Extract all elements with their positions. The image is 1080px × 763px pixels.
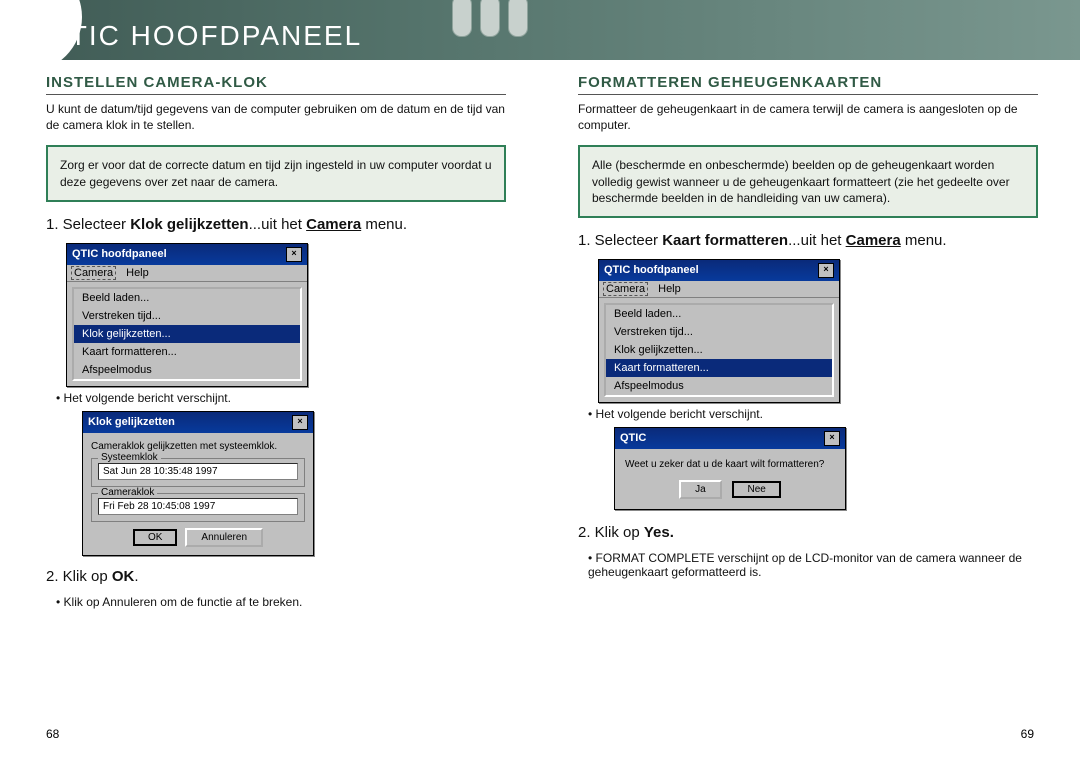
page-number-right: 69 (1021, 727, 1034, 741)
titlebar: Klok gelijkzetten × (83, 412, 313, 433)
t: menu. (901, 232, 947, 249)
step1-clock: 1. Selecteer Klok gelijkzetten...uit het… (46, 216, 506, 233)
menu-list-left: Beeld laden... Verstreken tijd... Klok g… (72, 287, 302, 381)
field-camera: Fri Feb 28 10:45:08 1997 (98, 498, 298, 515)
sub-cancel: Klik op Annuleren om de functie af te br… (56, 595, 506, 609)
t: menu. (361, 216, 407, 233)
close-icon[interactable]: × (818, 263, 834, 278)
t: 2. Klik op (46, 568, 112, 585)
menu-camera[interactable]: Camera (603, 282, 648, 296)
sub-msg: Het volgende bericht verschijnt. (56, 391, 506, 405)
group-system: SysteemklokSat Jun 28 10:35:48 1997 (91, 458, 305, 487)
list-item[interactable]: Kaart formatteren... (606, 359, 832, 377)
list-item[interactable]: Kaart formatteren... (74, 343, 300, 361)
t: OK (112, 568, 135, 585)
manual-spread: QTIC HOOFDPANEEL Instellen Camera-klok U… (0, 0, 1080, 763)
note-clock: Zorg er voor dat de correcte datum en ti… (46, 145, 506, 201)
dialog-clock: Klok gelijkzetten × Cameraklok gelijkzett… (82, 411, 314, 556)
ok-button[interactable]: OK (133, 529, 177, 546)
menubar: Camera Help (67, 265, 307, 282)
list-item[interactable]: Beeld laden... (74, 289, 300, 307)
t: Klok gelijkzetten (130, 216, 248, 233)
titlebar: QTIC hoofdpaneel × (67, 244, 307, 265)
dialog-format: QTIC × Weet u zeker dat u de kaart wilt f… (614, 427, 846, 510)
dlg-title: QTIC (620, 432, 646, 444)
window-qtic-right: QTIC hoofdpaneel × Camera Help Beeld laden… (598, 259, 840, 403)
header-decor (452, 0, 528, 37)
close-icon[interactable]: × (286, 247, 302, 262)
step1-format: 1. Selecteer Kaart formatteren...uit het… (578, 232, 1038, 249)
window-qtic-left: QTIC hoofdpaneel × Camera Help Beeld laden… (66, 243, 308, 387)
note-format: Alle (beschermde en onbeschermde) beelde… (578, 145, 1038, 218)
menubar: Camera Help (599, 281, 839, 298)
dlg-msg: Weet u zeker dat u de kaart wilt formatt… (625, 459, 835, 470)
t: Camera (306, 216, 361, 233)
step2-clock: 2. Klik op OK. (46, 568, 506, 585)
column-right: Formatteren Geheugenkaarten Formatteer d… (578, 74, 1038, 581)
menu-help[interactable]: Help (658, 283, 681, 295)
t: 1. Selecteer (578, 232, 662, 249)
section-title-format: Formatteren Geheugenkaarten (578, 74, 1038, 95)
t: Camera (846, 232, 901, 249)
intro-format: Formatteer de geheugenkaart in de camera… (578, 101, 1038, 133)
dlg-title: Klok gelijkzetten (88, 416, 175, 428)
field-system: Sat Jun 28 10:35:48 1997 (98, 463, 298, 480)
list-item[interactable]: Beeld laden... (606, 305, 832, 323)
lbl: Systeemklok (98, 452, 161, 463)
win-title: QTIC hoofdpaneel (72, 248, 167, 260)
t: ...uit het (788, 232, 846, 249)
list-item[interactable]: Verstreken tijd... (74, 307, 300, 325)
titlebar: QTIC × (615, 428, 845, 449)
t: 1. Selecteer (46, 216, 130, 233)
step2-format: 2. Klik op Yes. (578, 524, 1038, 541)
page-number-left: 68 (46, 727, 59, 741)
menu-camera[interactable]: Camera (71, 266, 116, 280)
menu-list-right: Beeld laden... Verstreken tijd... Klok g… (604, 303, 834, 397)
cancel-button[interactable]: Annuleren (185, 528, 263, 547)
column-left: Instellen Camera-klok U kunt de datum/ti… (46, 74, 506, 611)
intro-clock: U kunt de datum/tijd gegevens van de com… (46, 101, 506, 133)
group-camera: CameraklokFri Feb 28 10:45:08 1997 (91, 493, 305, 522)
sub-msg: Het volgende bericht verschijnt. (588, 407, 1038, 421)
page-title: QTIC HOOFDPANEEL (46, 20, 362, 52)
list-item[interactable]: Klok gelijkzetten... (606, 341, 832, 359)
close-icon[interactable]: × (292, 415, 308, 430)
section-title-clock: Instellen Camera-klok (46, 74, 506, 95)
menu-help[interactable]: Help (126, 267, 149, 279)
list-item[interactable]: Afspeelmodus (606, 377, 832, 395)
list-item[interactable]: Klok gelijkzetten... (74, 325, 300, 343)
close-icon[interactable]: × (824, 431, 840, 446)
dlg-msg: Cameraklok gelijkzetten met systeemklok. (91, 441, 305, 452)
yes-button[interactable]: Ja (679, 480, 722, 499)
t: Yes. (644, 524, 674, 541)
t: 2. Klik op (578, 524, 644, 541)
titlebar: QTIC hoofdpaneel × (599, 260, 839, 281)
no-button[interactable]: Nee (732, 481, 780, 498)
t: ...uit het (249, 216, 307, 233)
win-title: QTIC hoofdpaneel (604, 264, 699, 276)
list-item[interactable]: Verstreken tijd... (606, 323, 832, 341)
list-item[interactable]: Afspeelmodus (74, 361, 300, 379)
sub-complete: FORMAT COMPLETE verschijnt op de LCD-mon… (588, 551, 1038, 579)
lbl: Cameraklok (98, 487, 157, 498)
t: Kaart formatteren (662, 232, 788, 249)
